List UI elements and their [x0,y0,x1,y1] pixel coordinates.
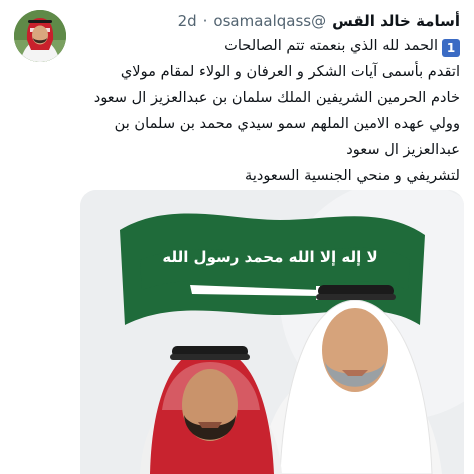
media-illustration: لا إله إلا الله محمد رسول الله [80,190,464,474]
number-badge-icon: 1 [442,39,460,57]
tweet-line-text: الحمد لله الذي بنعمته تتم الصالحات [224,37,438,54]
tweet-timestamp[interactable]: 2d [178,12,197,30]
tweet[interactable]: أسامة خالد القس @osamaalqass · 2d 1الحمد… [0,0,474,474]
author-name[interactable]: أسامة خالد القس [332,12,460,30]
tweet-line-1: 1الحمد لله الذي بنعمته تتم الصالحات [80,33,460,59]
tweet-line-3: خادم الحرمين الشريفين الملك سلمان بن عبد… [93,89,460,106]
avatar[interactable] [14,10,66,62]
tweet-line-5: عبدالعزيز ال سعود [346,141,460,158]
author-handle[interactable]: @osamaalqass [213,12,326,30]
tweet-media-image[interactable]: لا إله إلا الله محمد رسول الله [80,190,464,474]
flag-shahada: لا إله إلا الله محمد رسول الله [162,248,377,266]
tweet-line-2: اتقدم بأسمى آيات الشكر و العرفان و الولا… [120,63,460,80]
tweet-header: أسامة خالد القس @osamaalqass · 2d [80,10,460,32]
avatar-image [14,10,66,62]
tweet-line-4: وولي عهده الامين الملهم سمو سيدي محمد بن… [114,115,460,132]
tweet-line-6: لتشريفي و منحي الجنسية السعودية [245,167,460,184]
separator-dot: · [202,12,208,30]
tweet-text: 1الحمد لله الذي بنعمته تتم الصالحات اتقد… [80,33,460,189]
